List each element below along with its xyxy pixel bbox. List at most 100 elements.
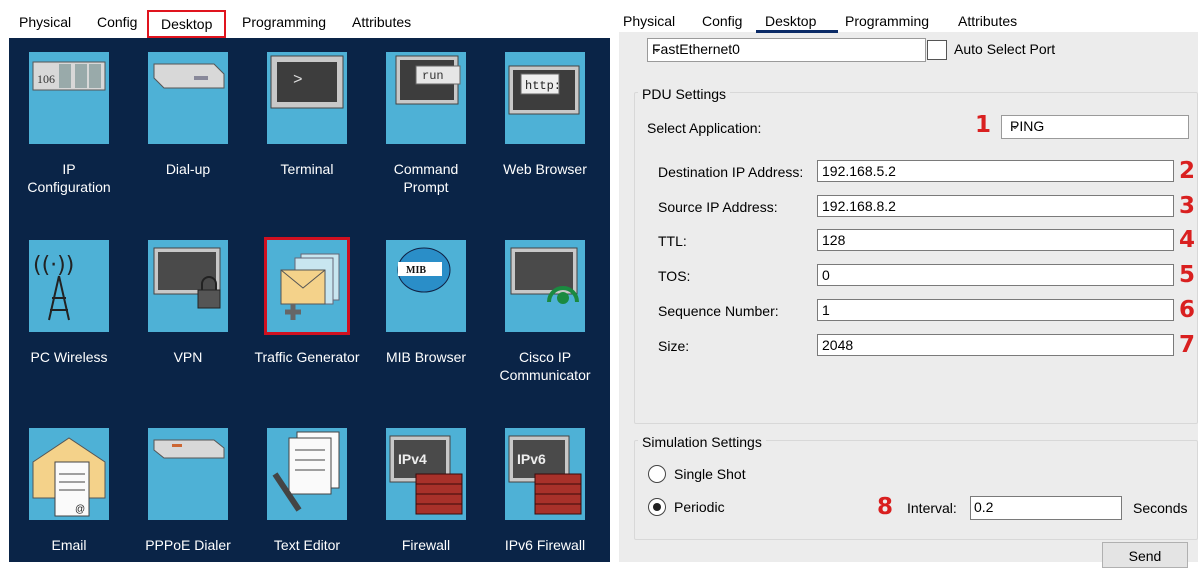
periodic-label: Periodic — [674, 499, 725, 515]
app-mib-browser[interactable]: MIB MIB Browser — [366, 240, 486, 400]
app-label: PPPoE Dialer — [145, 537, 231, 553]
app-label: IPv6 Firewall — [504, 537, 586, 553]
app-cisco-ip-communicator[interactable]: Cisco IP Communicator — [485, 240, 605, 400]
svg-text:@: @ — [75, 504, 85, 515]
select-application-dropdown[interactable]: PING ⌄ — [1001, 115, 1189, 139]
app-firewall[interactable]: IPv4 Firewall — [366, 428, 486, 562]
vpn-icon — [148, 240, 228, 332]
mib-browser-icon: MIB — [386, 240, 466, 332]
periodic-radio[interactable] — [648, 498, 666, 516]
app-traffic-generator[interactable]: Traffic Generator — [247, 240, 367, 400]
right-tab-bar: Physical Config Desktop Programming Attr… — [619, 0, 1198, 33]
auto-select-port-checkbox[interactable] — [927, 40, 947, 60]
app-label: Cisco IP Communicator — [499, 349, 591, 383]
app-label: Text Editor — [273, 537, 341, 553]
sequence-number-input[interactable]: 1 — [817, 299, 1174, 321]
svg-text:http:: http: — [525, 79, 561, 93]
command-prompt-icon: run — [386, 52, 466, 144]
tab-config[interactable]: Config — [702, 13, 742, 29]
size-label: Size: — [658, 338, 690, 354]
annotation-number: 7 — [1179, 332, 1196, 358]
ttl-value: 128 — [822, 232, 846, 248]
ip-configuration-icon: 106 — [29, 52, 109, 144]
app-label: Terminal — [280, 161, 334, 177]
svg-text:>: > — [293, 71, 303, 89]
app-label: MIB Browser — [385, 349, 467, 365]
pc-desktop-panel: Physical Config Desktop Programming Attr… — [0, 0, 613, 562]
app-vpn[interactable]: VPN — [128, 240, 248, 400]
app-label: Web Browser — [503, 161, 587, 177]
tos-input[interactable]: 0 — [817, 264, 1174, 286]
interval-label: Interval: — [907, 500, 957, 516]
ipv6-firewall-icon: IPv6 — [505, 428, 585, 520]
app-dial-up[interactable]: Dial-up — [128, 52, 248, 212]
simulation-settings-title: Simulation Settings — [638, 434, 766, 450]
desktop-app-grid: 106 IP Configuration Dial-up > Terminal r… — [9, 38, 610, 562]
terminal-icon: > — [267, 52, 347, 144]
pc-wireless-icon: ((·)) — [29, 240, 109, 332]
active-tab-indicator — [756, 30, 838, 33]
app-label: Command Prompt — [393, 161, 459, 195]
email-icon: @ — [29, 428, 109, 520]
tab-programming[interactable]: Programming — [242, 14, 326, 30]
chevron-down-icon: ⌄ — [652, 41, 663, 55]
tab-desktop[interactable]: Desktop — [765, 13, 816, 29]
destination-ip-input[interactable]: 192.168.5.2 — [817, 160, 1174, 182]
tab-desktop[interactable]: Desktop — [147, 10, 227, 38]
tab-programming[interactable]: Programming — [845, 13, 929, 29]
app-ipv6-firewall[interactable]: IPv6 IPv6 Firewall — [485, 428, 605, 562]
single-shot-label: Single Shot — [674, 466, 746, 482]
annotation-number: 8 — [877, 494, 894, 520]
app-email[interactable]: @ Email — [9, 428, 129, 562]
interval-input[interactable]: 0.2 — [970, 496, 1122, 520]
traffic-generator-icon — [267, 240, 347, 332]
port-select[interactable]: FastEthernet0 ⌄ — [647, 38, 926, 62]
svg-text:IPv6: IPv6 — [517, 451, 546, 467]
chevron-down-icon: ⌄ — [1010, 118, 1021, 132]
cisco-ip-communicator-icon — [505, 240, 585, 332]
pppoe-dialer-icon — [148, 428, 228, 520]
app-command-prompt[interactable]: run Command Prompt — [366, 52, 486, 212]
radio-selected-dot — [653, 503, 661, 511]
firewall-icon: IPv4 — [386, 428, 466, 520]
destination-ip-label: Destination IP Address: — [658, 164, 804, 180]
tos-label: TOS: — [658, 268, 691, 284]
pdu-settings-title: PDU Settings — [638, 86, 731, 102]
app-pc-wireless[interactable]: ((·)) PC Wireless — [9, 240, 129, 400]
app-label: Dial-up — [165, 161, 211, 177]
app-label: Email — [51, 537, 87, 553]
annotation-number: 1 — [975, 112, 992, 138]
size-input[interactable]: 2048 — [817, 334, 1174, 356]
tab-config[interactable]: Config — [97, 14, 137, 30]
send-button[interactable]: Send — [1102, 542, 1188, 568]
source-ip-input[interactable]: 192.168.8.2 — [817, 195, 1174, 217]
interval-value: 0.2 — [974, 499, 994, 515]
app-label: VPN — [173, 349, 203, 365]
sequence-number-label: Sequence Number: — [658, 303, 779, 319]
pdu-settings-group — [634, 92, 1198, 424]
destination-ip-value: 192.168.5.2 — [822, 163, 896, 179]
source-ip-value: 192.168.8.2 — [822, 198, 896, 214]
app-ip-configuration[interactable]: 106 IP Configuration — [9, 52, 129, 212]
tos-value: 0 — [822, 267, 830, 283]
auto-select-port-label: Auto Select Port — [954, 41, 1056, 57]
tab-attributes[interactable]: Attributes — [958, 13, 1017, 29]
annotation-number: 3 — [1179, 193, 1196, 219]
app-pppoe-dialer[interactable]: PPPoE Dialer — [128, 428, 248, 562]
traffic-generator-panel: Physical Config Desktop Programming Attr… — [619, 0, 1198, 568]
app-web-browser[interactable]: http: Web Browser — [485, 52, 605, 212]
ip-config-glyph: 106 — [37, 72, 55, 86]
ttl-input[interactable]: 128 — [817, 229, 1174, 251]
tab-physical[interactable]: Physical — [19, 14, 71, 30]
dial-up-icon — [148, 52, 228, 144]
simulation-settings-group — [634, 440, 1198, 540]
select-application-label: Select Application: — [647, 120, 762, 136]
app-terminal[interactable]: > Terminal — [247, 52, 367, 212]
single-shot-radio[interactable] — [648, 465, 666, 483]
sequence-number-value: 1 — [822, 302, 830, 318]
left-tab-bar: Physical Config Desktop Programming Attr… — [0, 0, 613, 38]
tab-attributes[interactable]: Attributes — [352, 14, 411, 30]
tab-physical[interactable]: Physical — [623, 13, 675, 29]
app-text-editor[interactable]: Text Editor — [247, 428, 367, 562]
svg-text:IPv4: IPv4 — [398, 451, 427, 467]
